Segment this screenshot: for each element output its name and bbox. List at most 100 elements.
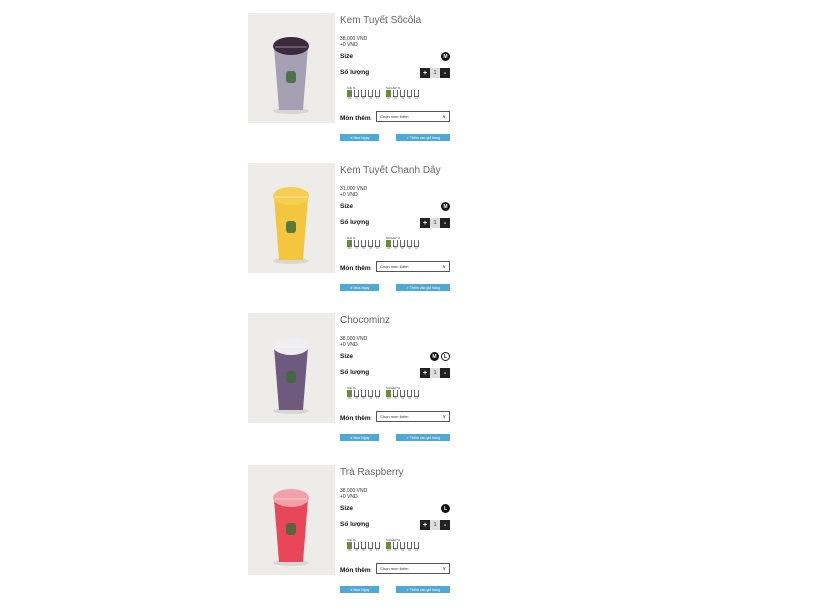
ice-level-10[interactable]: 10 (375, 390, 380, 400)
add-to-cart-button[interactable]: ✓ Thêm vào giỏ hàng (396, 134, 450, 141)
ice-level-70[interactable]: 70 (354, 240, 359, 250)
cup-level-number: 70 (394, 247, 397, 250)
sugar-level-70[interactable]: 70 (393, 90, 398, 100)
sugar-level-group: SUGAR % 100 70 50 30 10 (386, 538, 419, 552)
sugar-level-30[interactable]: 30 (407, 240, 412, 250)
sugar-level-100[interactable]: 100 (386, 390, 391, 400)
ice-level-70[interactable]: 70 (354, 390, 359, 400)
topping-label: Món thêm (340, 115, 371, 122)
minus-icon[interactable]: - (440, 218, 450, 228)
ice-level-10[interactable]: 10 (375, 90, 380, 100)
ice-level-30[interactable]: 30 (368, 390, 373, 400)
product-name[interactable]: Kem Tuyết Chanh Dây (340, 165, 441, 176)
minus-icon[interactable]: - (440, 68, 450, 78)
sugar-level-50[interactable]: 50 (400, 542, 405, 552)
cup-icon (368, 542, 373, 549)
size-option-l[interactable]: L (441, 352, 450, 361)
product-name[interactable]: Chocominz (340, 315, 390, 326)
price-surcharge: +0 VND (340, 42, 358, 48)
plus-icon[interactable]: + (420, 368, 430, 378)
ice-sugar-levels: ICE % 100 70 50 30 10 SUGAR % 100 70 50 30 10 (347, 538, 419, 552)
ice-level-30[interactable]: 30 (368, 90, 373, 100)
size-option-m[interactable]: M (430, 352, 439, 361)
product-photo[interactable] (248, 465, 335, 575)
plus-icon[interactable]: + (420, 520, 430, 530)
cup-icon (386, 90, 391, 97)
buy-now-button[interactable]: ➜ Mua Ngay (340, 434, 379, 441)
add-to-cart-button[interactable]: ✓ Thêm vào giỏ hàng (396, 586, 450, 593)
ice-level-10[interactable]: 10 (375, 240, 380, 250)
quantity-value[interactable]: 1 (430, 368, 440, 378)
sugar-level-30[interactable]: 30 (407, 542, 412, 552)
topping-select[interactable]: Chọn món thêm ∨ (376, 261, 450, 272)
sugar-level-10[interactable]: 10 (414, 542, 419, 552)
sugar-level-10[interactable]: 10 (414, 240, 419, 250)
quantity-value[interactable]: 1 (430, 520, 440, 530)
sugar-level-50[interactable]: 50 (400, 390, 405, 400)
size-option-m[interactable]: M (441, 202, 450, 211)
buy-now-button[interactable]: ➜ Mua Ngay (340, 284, 379, 291)
cup-level-number: 10 (376, 247, 379, 250)
product-photo[interactable] (248, 163, 335, 273)
add-to-cart-button[interactable]: ✓ Thêm vào giỏ hàng (396, 284, 450, 291)
sugar-level-70[interactable]: 70 (393, 390, 398, 400)
cup-level-number: 70 (394, 397, 397, 400)
cup-level-number: 10 (376, 549, 379, 552)
cup-level-number: 50 (401, 97, 404, 100)
ice-level-70[interactable]: 70 (354, 90, 359, 100)
cup-level-number: 10 (415, 247, 418, 250)
cup-level-number: 50 (401, 247, 404, 250)
topping-select[interactable]: Chọn món thêm ∨ (376, 563, 450, 574)
ice-level-100[interactable]: 100 (347, 390, 352, 400)
ice-level-100[interactable]: 100 (347, 90, 352, 100)
ice-level-30[interactable]: 30 (368, 542, 373, 552)
plus-icon[interactable]: + (420, 218, 430, 228)
product-photo[interactable] (248, 13, 335, 123)
ice-level-10[interactable]: 10 (375, 542, 380, 552)
size-option-m[interactable]: M (441, 52, 450, 61)
sugar-level-100[interactable]: 100 (386, 542, 391, 552)
sugar-level-50[interactable]: 50 (400, 240, 405, 250)
ice-level-50[interactable]: 50 (361, 390, 366, 400)
add-to-cart-button[interactable]: ✓ Thêm vào giỏ hàng (396, 434, 450, 441)
minus-icon[interactable]: - (440, 520, 450, 530)
sugar-level-10[interactable]: 10 (414, 90, 419, 100)
ice-level-30[interactable]: 30 (368, 240, 373, 250)
ice-level-70[interactable]: 70 (354, 542, 359, 552)
quantity-value[interactable]: 1 (430, 218, 440, 228)
cup-level-number: 100 (347, 397, 352, 400)
product-card: Kem Tuyết Sôcôla 38,000 VND +0 VND Size M Số … (248, 13, 458, 141)
product-card: Chocominz 38,000 VND +0 VND Size M L Số lượng +… (248, 313, 458, 441)
ice-level-50[interactable]: 50 (361, 542, 366, 552)
sugar-level-10[interactable]: 10 (414, 390, 419, 400)
sugar-level-100[interactable]: 100 (386, 240, 391, 250)
cup-icon (400, 90, 405, 97)
size-options: L (441, 504, 450, 513)
ice-level-100[interactable]: 100 (347, 240, 352, 250)
sugar-level-50[interactable]: 50 (400, 90, 405, 100)
topping-select[interactable]: Chọn món thêm ∨ (376, 411, 450, 422)
sugar-level-70[interactable]: 70 (393, 542, 398, 552)
sugar-level-30[interactable]: 30 (407, 90, 412, 100)
topping-placeholder: Chọn món thêm (380, 114, 409, 119)
ice-level-50[interactable]: 50 (361, 90, 366, 100)
buy-now-button[interactable]: ➜ Mua Ngay (340, 134, 379, 141)
product-photo[interactable] (248, 313, 335, 423)
sugar-level-70[interactable]: 70 (393, 240, 398, 250)
product-name[interactable]: Trà Raspberry (340, 467, 404, 478)
sugar-level-100[interactable]: 100 (386, 90, 391, 100)
minus-icon[interactable]: - (440, 368, 450, 378)
size-option-l[interactable]: L (441, 504, 450, 513)
ice-level-100[interactable]: 100 (347, 542, 352, 552)
cup-level-number: 30 (369, 397, 372, 400)
plus-icon[interactable]: + (420, 68, 430, 78)
cup-icon (354, 542, 359, 549)
quantity-value[interactable]: 1 (430, 68, 440, 78)
ice-level-50[interactable]: 50 (361, 240, 366, 250)
sugar-level-group: SUGAR % 100 70 50 30 10 (386, 236, 419, 250)
topping-select[interactable]: Chọn món thêm ∨ (376, 111, 450, 122)
buy-now-button[interactable]: ➜ Mua Ngay (340, 586, 379, 593)
cup-icon (414, 542, 419, 549)
product-name[interactable]: Kem Tuyết Sôcôla (340, 15, 421, 26)
sugar-level-30[interactable]: 30 (407, 390, 412, 400)
